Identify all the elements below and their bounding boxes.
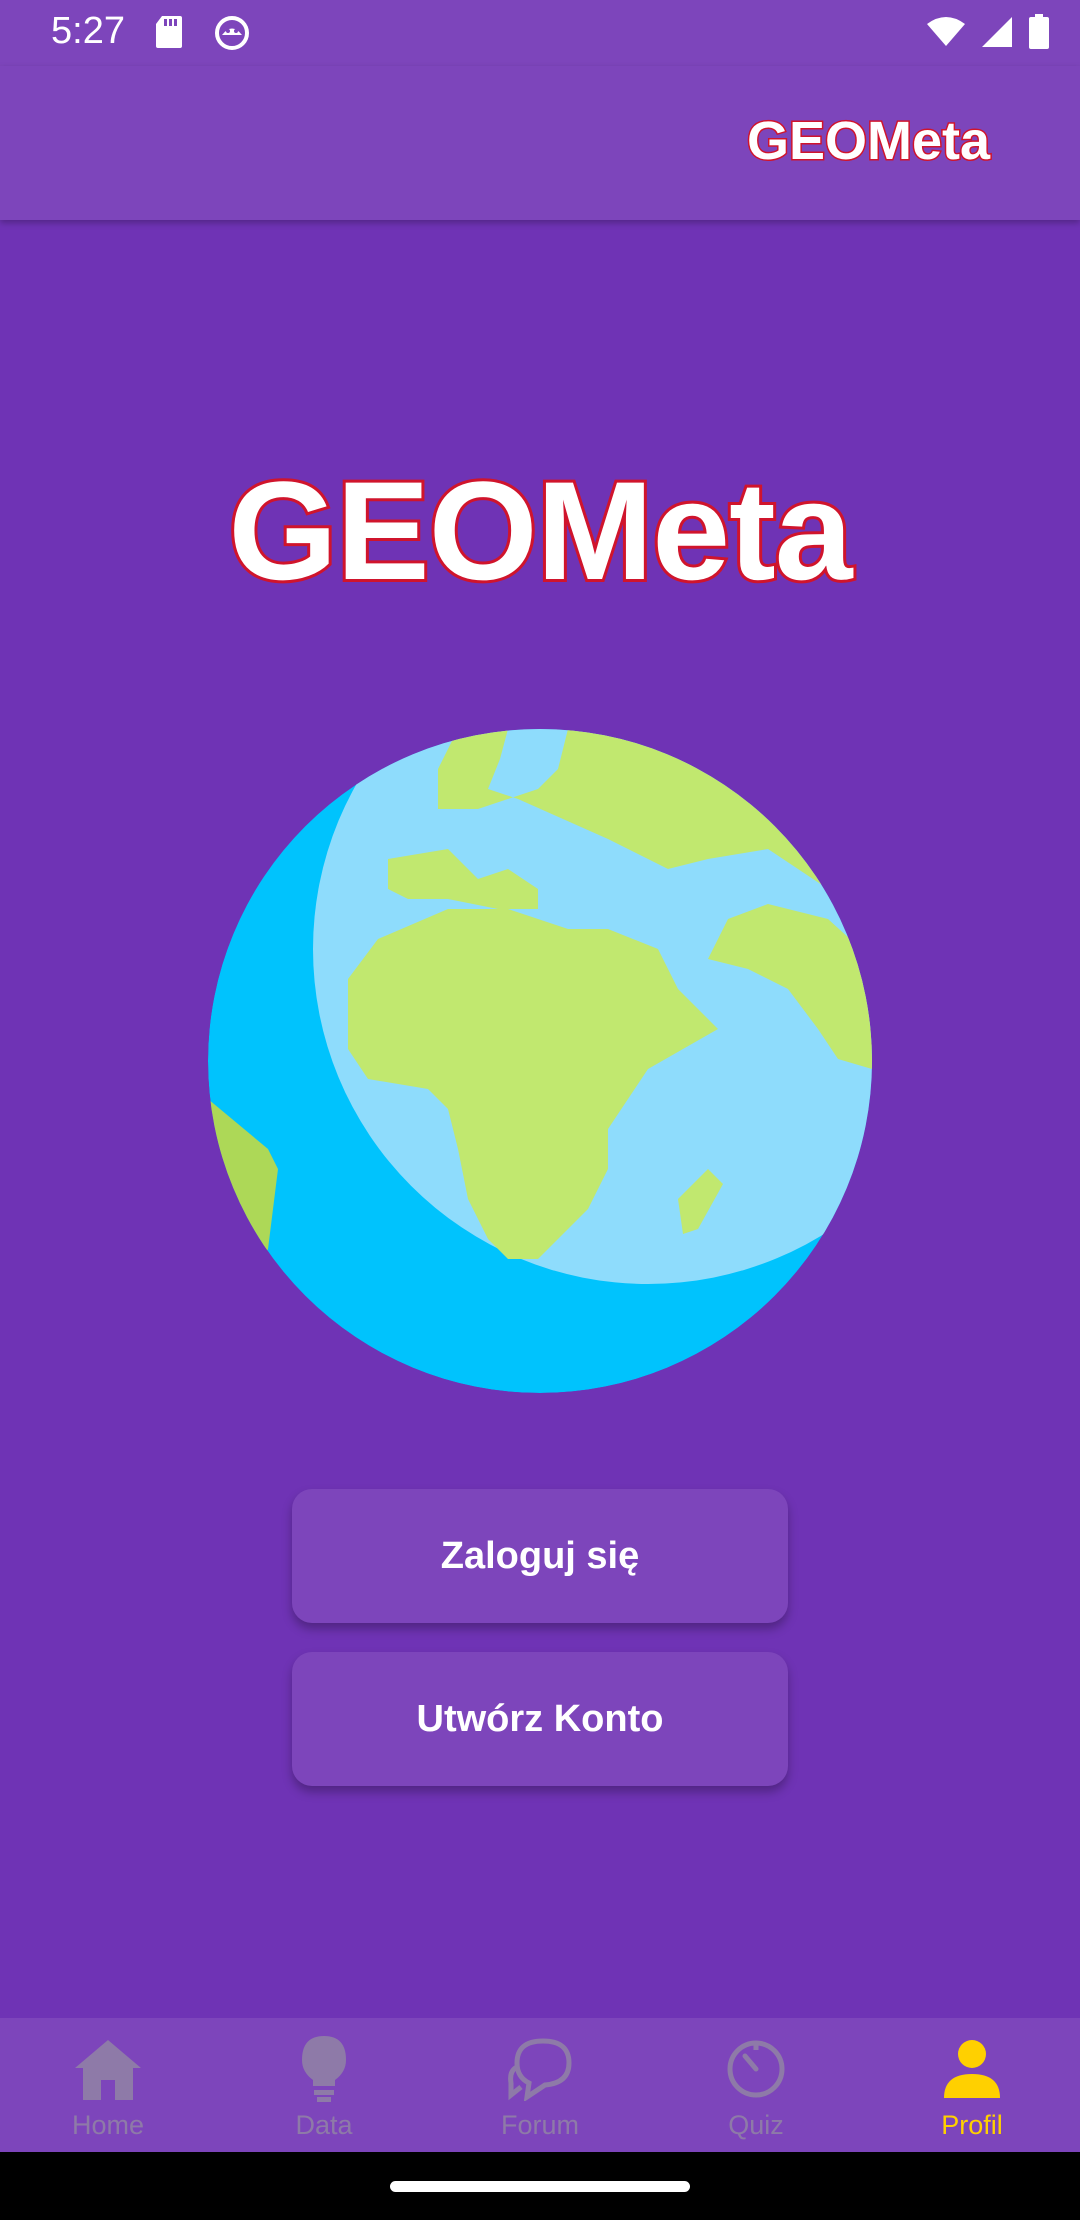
nav-item-profil[interactable]: Profil: [864, 2018, 1080, 2152]
nav-label-forum: Forum: [500, 2110, 579, 2140]
create-account-button-label: Utwórz Konto: [416, 1697, 664, 1740]
system-gesture-bar: [0, 2152, 1080, 2220]
earth-globe-icon: [208, 729, 872, 1393]
battery-icon: [1028, 14, 1050, 55]
login-button[interactable]: Zaloguj się: [292, 1489, 788, 1623]
sd-card-icon: [154, 14, 184, 55]
timer-icon: [719, 2032, 793, 2106]
bottom-navigation: Home Data Forum Quiz Profil: [0, 2018, 1080, 2152]
hero-title: GEOMeta: [225, 449, 855, 612]
gesture-handle[interactable]: [390, 2181, 690, 2192]
nav-item-forum[interactable]: Forum: [432, 2018, 648, 2152]
nav-label-data: Data: [295, 2110, 353, 2140]
lightbulb-icon: [287, 2032, 361, 2106]
wifi-icon: [926, 16, 966, 53]
status-bar: 5:27: [0, 0, 1080, 66]
home-icon: [71, 2032, 145, 2106]
nav-label-profil: Profil: [941, 2110, 1003, 2140]
nav-label-quiz: Quiz: [728, 2110, 784, 2140]
nav-item-quiz[interactable]: Quiz: [648, 2018, 864, 2152]
status-time: 5:27: [51, 10, 125, 52]
status-system-icons: [926, 14, 1050, 55]
signal-icon: [980, 15, 1014, 54]
app-bar: GEOMeta: [0, 66, 1080, 220]
android-debug-icon: [214, 14, 250, 55]
nav-item-home[interactable]: Home: [0, 2018, 216, 2152]
login-button-label: Zaloguj się: [440, 1534, 640, 1577]
app-bar-title: GEOMeta: [745, 110, 991, 173]
status-notification-icons: [154, 14, 250, 55]
person-icon: [935, 2032, 1009, 2106]
chat-bubbles-icon: [503, 2032, 577, 2106]
create-account-button[interactable]: Utwórz Konto: [292, 1652, 788, 1786]
nav-item-data[interactable]: Data: [216, 2018, 432, 2152]
nav-label-home: Home: [71, 2110, 145, 2140]
